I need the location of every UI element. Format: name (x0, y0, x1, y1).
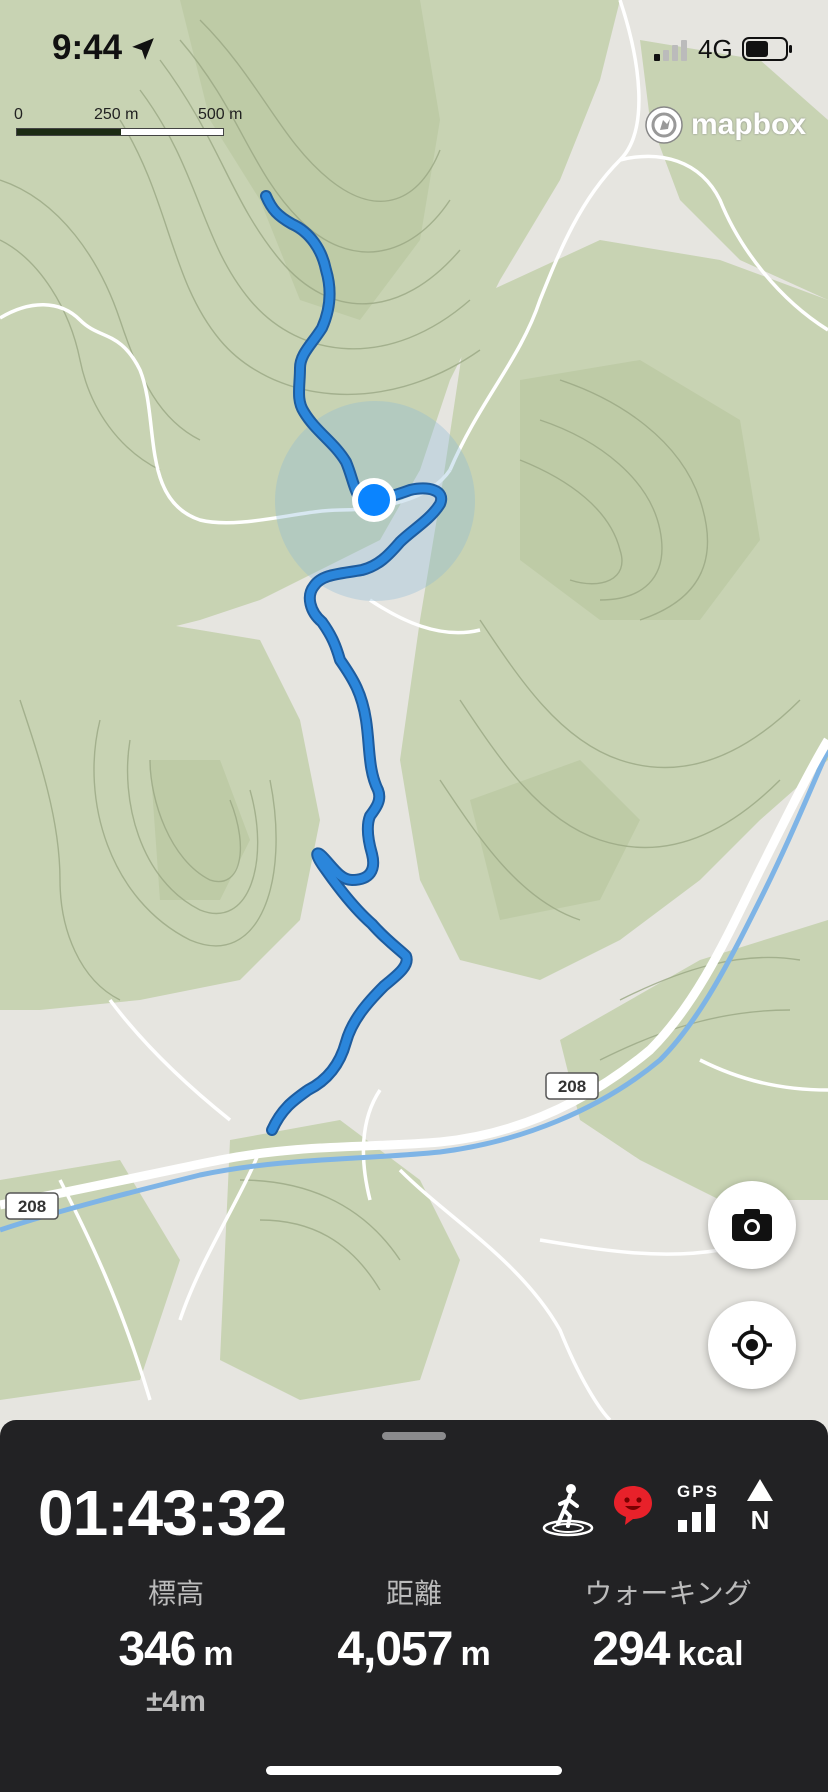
mapbox-wordmark: mapbox (691, 108, 807, 141)
map-scale-bar: 0 250 m 500 m (14, 106, 254, 146)
status-time: 9:44 (52, 28, 123, 67)
home-indicator[interactable] (266, 1766, 562, 1775)
distance-label: 距離 (385, 1578, 442, 1609)
north-label: N (750, 1505, 770, 1535)
north-arrow (747, 1479, 773, 1501)
calories-value: 294 (592, 1623, 670, 1676)
distance-stat: 距離 4,057 m (284, 1572, 544, 1677)
tracking-panel[interactable]: 01:43:32 GPS N 標高 346 m ±4m 距離 4,057 m ウォー… (0, 1420, 828, 1792)
battery-icon (742, 37, 792, 61)
camera-icon (732, 1209, 772, 1241)
svg-text:208: 208 (558, 1077, 586, 1096)
calories-unit: kcal (677, 1635, 744, 1673)
mapbox-icon (645, 106, 683, 144)
gps-label: GPS (677, 1482, 719, 1501)
road-shield-208-left: 208 (5, 1192, 59, 1220)
location-services-icon (132, 38, 154, 60)
elevation-label: 標高 (147, 1578, 204, 1609)
walking-person-icon (542, 1484, 594, 1537)
scale-label-500: 500 m (198, 106, 243, 123)
distance-value-row: 4,057 m (284, 1622, 544, 1677)
elevation-value-row: 346 m (46, 1622, 306, 1677)
cellular-signal-icon (654, 40, 687, 61)
scale-label-250: 250 m (94, 106, 139, 123)
elevation-unit: m (203, 1635, 234, 1673)
distance-unit: m (460, 1635, 491, 1673)
camera-button[interactable] (708, 1181, 796, 1269)
elevation-stat: 標高 346 m ±4m (46, 1572, 306, 1719)
elevation-accuracy: ±4m (146, 1685, 206, 1718)
activity-stat: ウォーキング 294 kcal (538, 1572, 798, 1677)
svg-text:208: 208 (18, 1197, 46, 1216)
distance-value: 4,057 (337, 1623, 453, 1676)
current-location-dot (352, 478, 396, 522)
panel-grabber[interactable] (382, 1432, 446, 1440)
gps-bars (678, 1504, 715, 1532)
scale-label-0: 0 (14, 106, 23, 123)
mapbox-logo[interactable]: mapbox (643, 103, 806, 147)
smiley-face-icon (614, 1486, 652, 1525)
road-shield-208-right: 208 (545, 1072, 599, 1100)
activity-label: ウォーキング (584, 1578, 752, 1609)
calories-value-row: 294 kcal (538, 1622, 798, 1677)
network-type: 4G (698, 34, 733, 64)
north-compass-icon[interactable]: N (744, 1478, 776, 1534)
gps-signal-icon: GPS (672, 1482, 724, 1532)
elevation-value: 346 (118, 1623, 196, 1676)
locate-me-button[interactable] (708, 1301, 796, 1389)
map-view[interactable]: 208 208 (0, 0, 828, 1420)
scale-bar (16, 128, 224, 136)
elapsed-time: 01:43:32 (38, 1477, 287, 1549)
locate-icon (732, 1325, 772, 1365)
status-bar: 9:44 4G (0, 0, 828, 100)
